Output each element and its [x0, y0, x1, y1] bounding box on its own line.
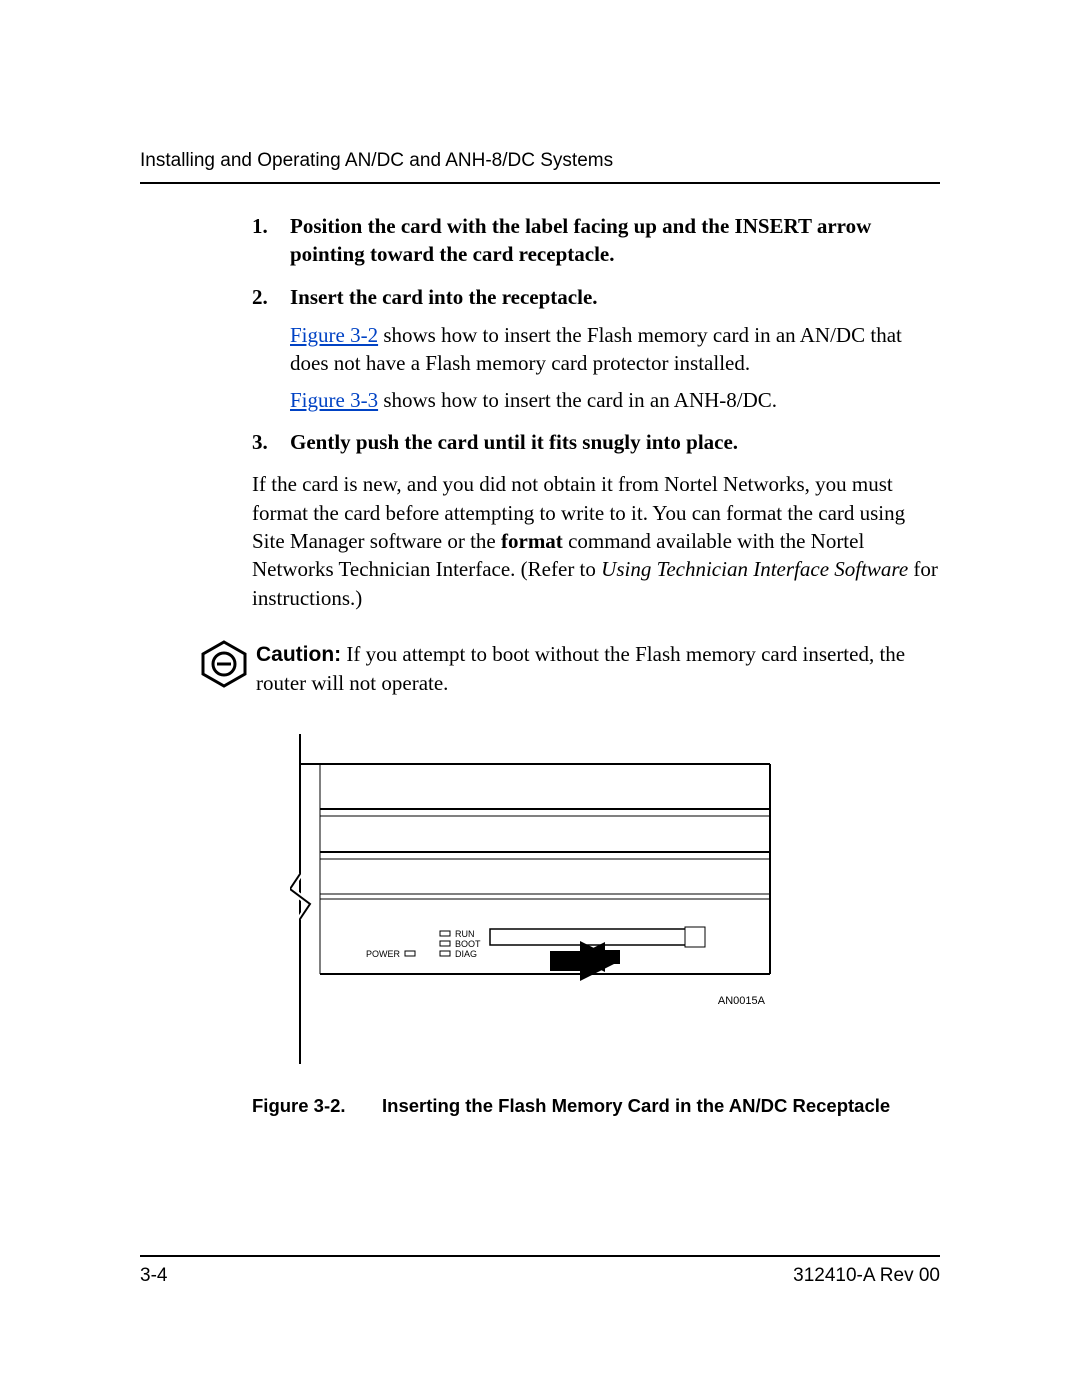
- paragraph: If the card is new, and you did not obta…: [252, 470, 940, 612]
- step-text: Insert the card into the receptacle.: [290, 283, 598, 311]
- step-3: 3. Gently push the card until it fits sn…: [252, 428, 940, 456]
- step-text: Position the card with the label facing …: [290, 212, 940, 269]
- figure-link[interactable]: Figure 3-2: [290, 323, 378, 347]
- step-number: 3.: [252, 428, 290, 456]
- book-title: Using Technician Interface Software: [601, 557, 908, 581]
- diagram-label-run: RUN: [455, 929, 475, 939]
- paragraph: Figure 3-2 shows how to insert the Flash…: [290, 321, 940, 378]
- command-name: format: [501, 529, 563, 553]
- caution-icon: [200, 640, 248, 688]
- figure-diagram: RUN BOOT DIAG POWER AN0015A: [290, 734, 940, 1064]
- doc-revision: 312410-A Rev 00: [793, 1265, 940, 1287]
- diagram-label-diag: DIAG: [455, 949, 477, 959]
- page-number: 3-4: [140, 1265, 167, 1287]
- figure-number: Figure 3-2.: [252, 1094, 382, 1119]
- page-footer: 3-4 312410-A Rev 00: [140, 1255, 940, 1287]
- caution-text: Caution: If you attempt to boot without …: [256, 640, 940, 698]
- step-2: 2. Insert the card into the receptacle.: [252, 283, 940, 311]
- step-number: 1.: [252, 212, 290, 269]
- step-text: Gently push the card until it fits snugl…: [290, 428, 738, 456]
- step-1: 1. Position the card with the label faci…: [252, 212, 940, 269]
- paragraph: Figure 3-3 shows how to insert the card …: [290, 386, 940, 414]
- body-content: 1. Position the card with the label faci…: [140, 212, 940, 1119]
- text: If you attempt to boot without the Flash…: [256, 642, 905, 695]
- text: shows how to insert the card in an ANH-8…: [378, 388, 777, 412]
- page: Installing and Operating AN/DC and ANH-8…: [0, 0, 1080, 1397]
- caution-label: Caution:: [256, 643, 341, 666]
- text: shows how to insert the Flash memory car…: [290, 323, 902, 375]
- diagram-id: AN0015A: [718, 995, 766, 1007]
- diagram-label-power: POWER: [366, 949, 401, 959]
- step-number: 2.: [252, 283, 290, 311]
- running-header: Installing and Operating AN/DC and ANH-8…: [140, 150, 940, 184]
- caution-block: Caution: If you attempt to boot without …: [200, 640, 940, 698]
- figure-link[interactable]: Figure 3-3: [290, 388, 378, 412]
- figure-title: Inserting the Flash Memory Card in the A…: [382, 1095, 890, 1116]
- figure-caption: Figure 3-2.Inserting the Flash Memory Ca…: [252, 1094, 940, 1119]
- diagram-label-boot: BOOT: [455, 939, 481, 949]
